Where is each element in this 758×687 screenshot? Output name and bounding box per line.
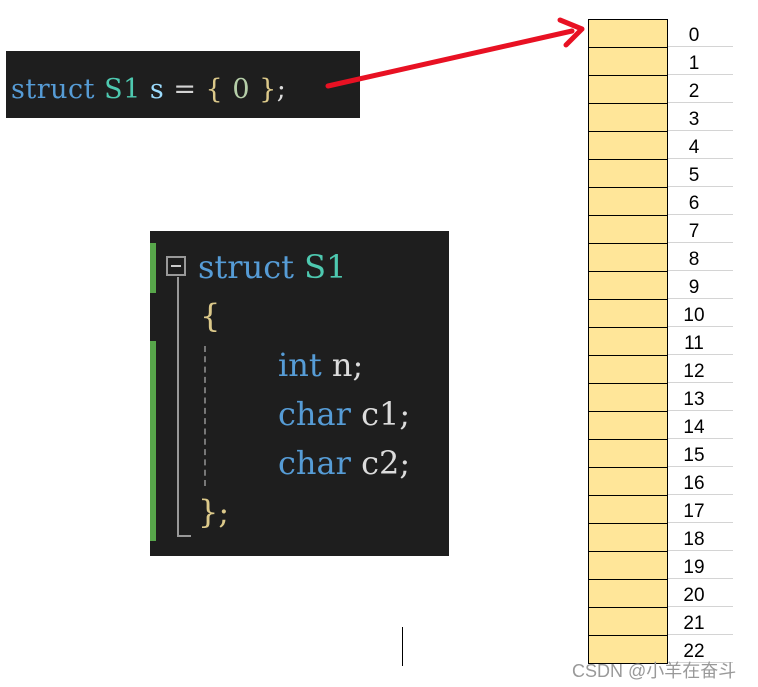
watermark: CSDN @小羊在奋斗 [572, 661, 737, 681]
arrow-shaft [325, 28, 575, 89]
text-cursor [402, 627, 403, 666]
pointer-arrow [325, 17, 585, 89]
